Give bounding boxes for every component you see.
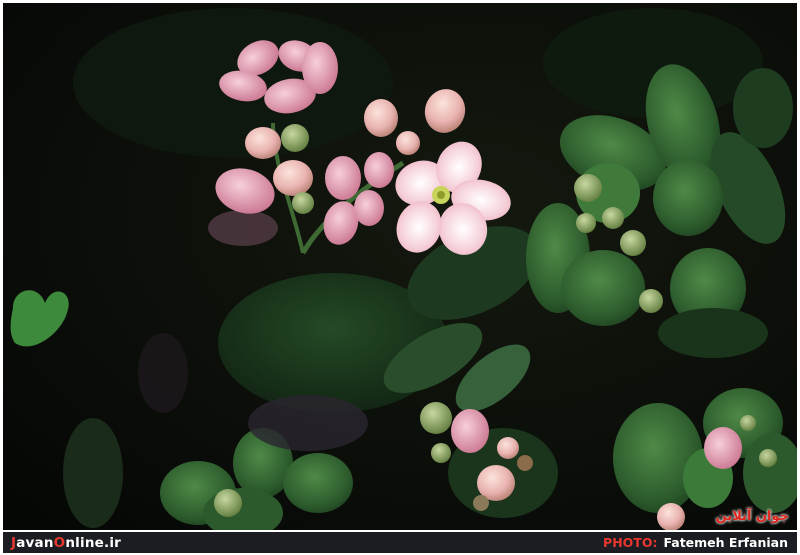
photo-credit-bar: JavanOnline.ir PHOTO: Fatemeh Erfanian — [3, 532, 797, 553]
flower-photo: جوان آنلاین — [3, 3, 797, 530]
site-second-letter: O — [53, 534, 66, 551]
photographer-name: Fatemeh Erfanian — [663, 535, 788, 550]
site-part-2: nline.ir — [65, 534, 122, 551]
photo-credit: PHOTO: Fatemeh Erfanian — [603, 535, 788, 550]
kalanchoe-flowers-image — [3, 3, 797, 530]
photo-frame: جوان آنلاین JavanOnline.ir PHOTO: Fatemeh… — [0, 0, 800, 555]
site-part-1: avan — [16, 534, 54, 551]
site-watermark: جوان آنلاین — [715, 509, 789, 524]
credit-label: PHOTO: — [603, 535, 658, 550]
site-name: JavanOnline.ir — [11, 535, 121, 551]
